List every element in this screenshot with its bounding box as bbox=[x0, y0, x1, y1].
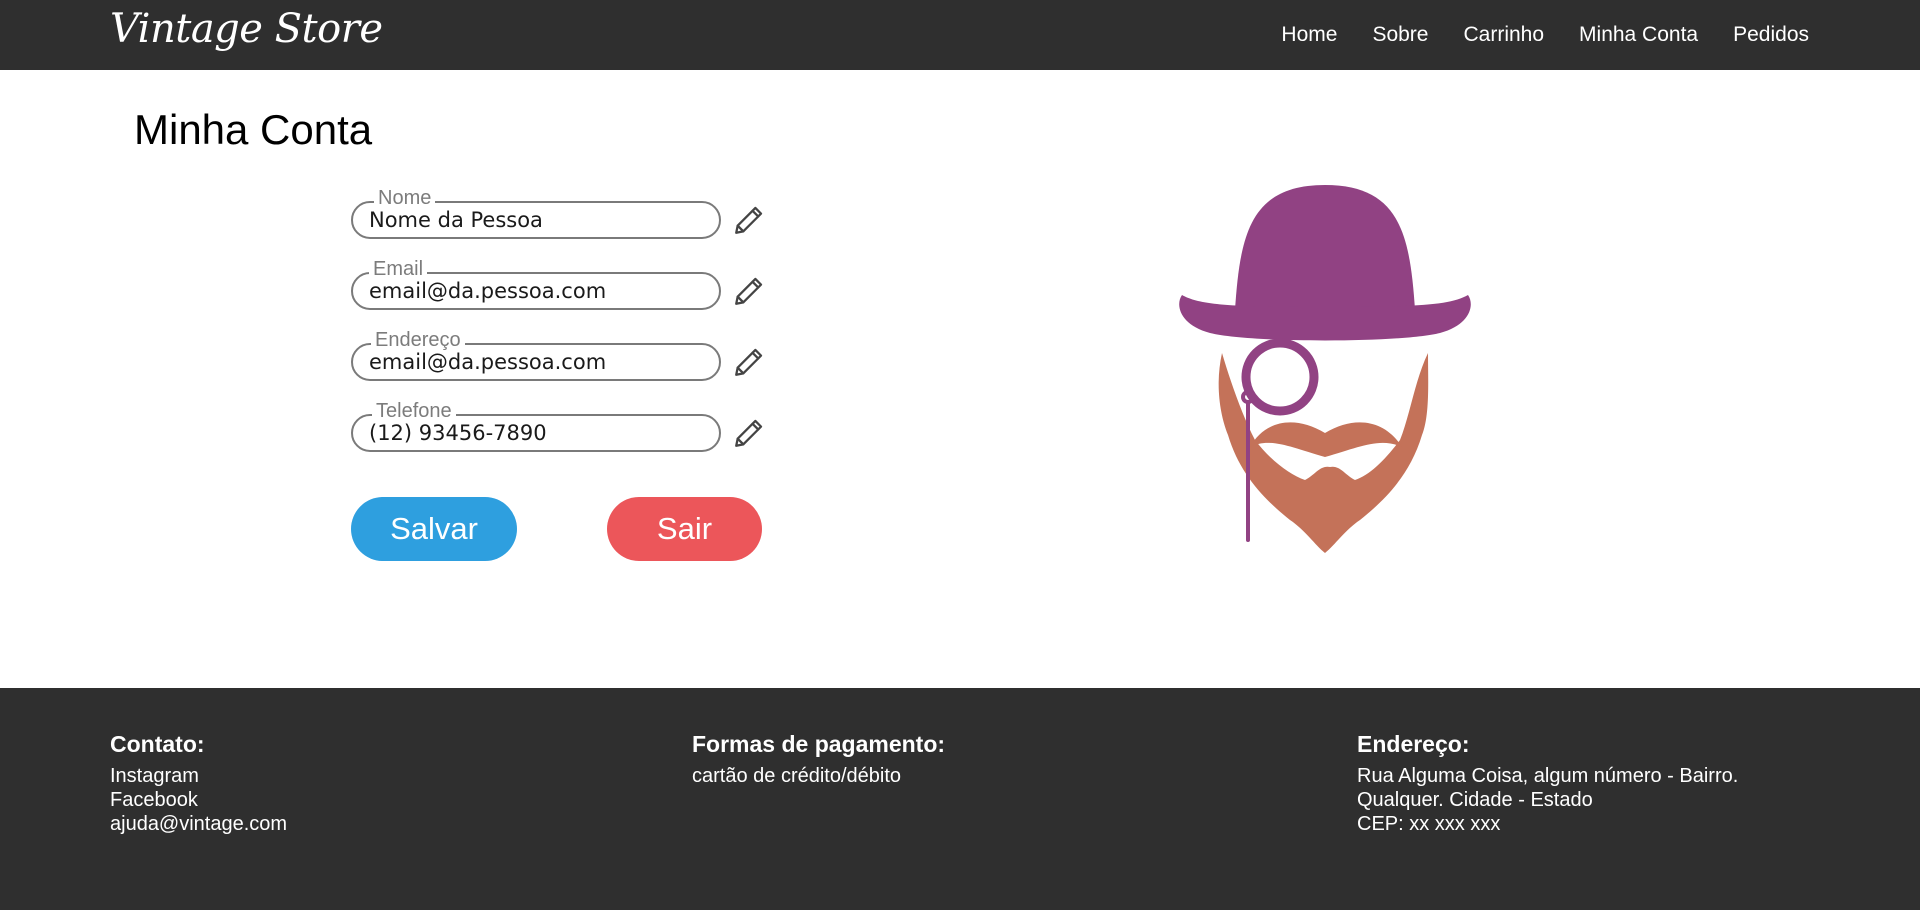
footer-contact-title: Contato: bbox=[110, 731, 205, 757]
nav-links: Home Sobre Carrinho Minha Conta Pedidos bbox=[1246, 0, 1809, 70]
phone-field[interactable]: Telefone (12) 93456-7890 bbox=[351, 400, 721, 452]
phone-field-label: Telefone bbox=[372, 400, 456, 422]
footer-address: Endereço: Rua Alguma Coisa, algum número… bbox=[1357, 730, 1738, 836]
footer-address-line-1: Rua Alguma Coisa, algum número - Bairro. bbox=[1357, 765, 1739, 787]
name-field-label: Nome bbox=[374, 187, 436, 209]
address-field[interactable]: Endereço email@da.pessoa.com bbox=[351, 329, 721, 381]
nav-link-carrinho[interactable]: Carrinho bbox=[1463, 23, 1544, 47]
email-field-value[interactable]: email@da.pessoa.com bbox=[369, 279, 606, 303]
gentleman-avatar bbox=[1170, 175, 1480, 565]
footer-payment-title: Formas de pagamento: bbox=[692, 731, 946, 757]
brand-logo[interactable]: Vintage Store bbox=[110, 6, 383, 52]
page-footer: Contato: Instagram Facebook ajuda@vintag… bbox=[0, 688, 1920, 910]
top-navbar: Vintage Store Home Sobre Carrinho Minha … bbox=[0, 0, 1920, 70]
nav-link-home[interactable]: Home bbox=[1281, 23, 1337, 47]
save-button[interactable]: Salvar bbox=[351, 497, 517, 561]
pencil-icon bbox=[735, 206, 763, 234]
nav-link-pedidos[interactable]: Pedidos bbox=[1733, 23, 1809, 47]
gentleman-avatar-icon bbox=[1179, 185, 1471, 553]
phone-field-value[interactable]: (12) 93456-7890 bbox=[369, 421, 547, 445]
name-field-value[interactable]: Nome da Pessoa bbox=[369, 208, 543, 232]
page-title: Minha Conta bbox=[134, 106, 373, 153]
footer-address-line-2: Qualquer. Cidade - Estado bbox=[1357, 789, 1593, 811]
address-field-value[interactable]: email@da.pessoa.com bbox=[369, 350, 606, 374]
edit-email-button[interactable] bbox=[732, 274, 766, 308]
footer-address-line-3: CEP: xx xxx xxx bbox=[1357, 813, 1501, 835]
pencil-icon bbox=[735, 348, 763, 376]
footer-link-email[interactable]: ajuda@vintage.com bbox=[110, 812, 287, 836]
footer-payment-method: cartão de crédito/débito bbox=[692, 765, 902, 787]
footer-address-title: Endereço: bbox=[1357, 731, 1470, 757]
edit-name-button[interactable] bbox=[732, 203, 766, 237]
footer-link-facebook[interactable]: Facebook bbox=[110, 788, 287, 812]
footer-link-instagram[interactable]: Instagram bbox=[110, 764, 287, 788]
nav-link-sobre[interactable]: Sobre bbox=[1372, 23, 1428, 47]
pencil-icon bbox=[735, 277, 763, 305]
nav-link-minha-conta[interactable]: Minha Conta bbox=[1579, 23, 1698, 47]
email-field[interactable]: Email email@da.pessoa.com bbox=[351, 258, 721, 310]
footer-contact: Contato: Instagram Facebook ajuda@vintag… bbox=[110, 730, 287, 836]
logout-button[interactable]: Sair bbox=[607, 497, 762, 561]
edit-phone-button[interactable] bbox=[732, 416, 766, 450]
footer-payment: Formas de pagamento: cartão de crédito/d… bbox=[692, 730, 945, 788]
edit-address-button[interactable] bbox=[732, 345, 766, 379]
pencil-icon bbox=[735, 419, 763, 447]
address-field-label: Endereço bbox=[371, 329, 465, 351]
email-field-label: Email bbox=[369, 258, 428, 280]
name-field[interactable]: Nome Nome da Pessoa bbox=[351, 187, 721, 239]
